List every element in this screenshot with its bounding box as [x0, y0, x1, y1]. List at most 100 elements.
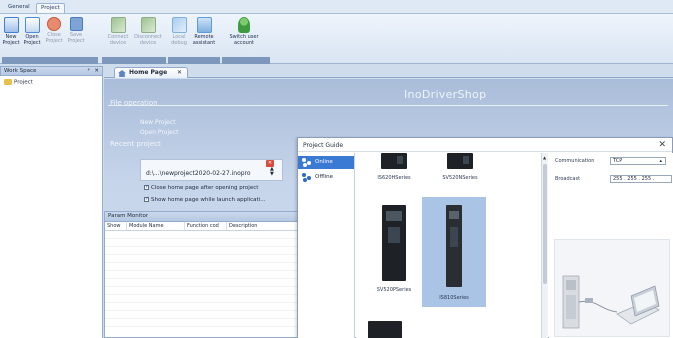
table-row[interactable]: [105, 271, 298, 279]
product-label: SV520NSeries: [442, 175, 478, 181]
save-project-icon: [69, 17, 83, 31]
table-row[interactable]: [105, 231, 298, 239]
recent-project-path[interactable]: d:\...\newproject2020-02-27.inopro: [146, 170, 251, 177]
table-row[interactable]: [105, 263, 298, 271]
ribbon-tab-row: General Project: [0, 0, 673, 14]
close-home-label: Close home page after opening project: [151, 185, 259, 191]
new-project-icon: [3, 17, 19, 33]
connect-device-icon: [110, 17, 126, 33]
drive-image: [381, 153, 407, 169]
online-icon: [302, 158, 312, 167]
spin-down-icon[interactable]: ▼: [270, 172, 274, 177]
home-icon: [118, 70, 126, 77]
communication-select[interactable]: TCP ▴: [610, 157, 666, 165]
open-project-link[interactable]: Open Project: [140, 129, 178, 136]
drive-image: [446, 205, 462, 287]
tab-home-page[interactable]: Home Page ✕: [114, 67, 188, 78]
home-tab-label: Home Page: [129, 69, 168, 76]
workspace-close-icon[interactable]: ✕: [94, 68, 99, 74]
table-row[interactable]: [105, 303, 298, 311]
broadcast-value: 255 . 255 . 255 .: [613, 176, 655, 182]
save-project-button[interactable]: Save Project: [66, 17, 86, 55]
local-debug-button[interactable]: Local debug: [168, 17, 190, 55]
communication-value: TCP: [613, 158, 623, 164]
document-tab-bar: Home Page ✕: [104, 66, 673, 78]
scroll-thumb[interactable]: [543, 164, 547, 284]
ribbon-group-debug: [168, 57, 220, 64]
switch-user-account-button[interactable]: Switch user account: [226, 17, 262, 55]
table-row[interactable]: [105, 255, 298, 263]
nav-online-label: Online: [315, 159, 333, 165]
col-module-name[interactable]: Module Name: [127, 222, 185, 230]
table-row[interactable]: [105, 311, 298, 319]
ribbon-group-project: [2, 57, 98, 64]
offline-icon: [302, 173, 312, 182]
product-is810[interactable]: IS810Series: [422, 197, 486, 307]
ribbon-group-communication: [102, 57, 166, 64]
save-project-label: Save Project: [67, 32, 85, 44]
chevron-down-icon: ▴: [659, 158, 662, 164]
nav-offline-label: Offline: [315, 174, 334, 180]
disconnect-device-label: Disconnect device: [134, 34, 162, 46]
disconnect-device-icon: [140, 17, 156, 33]
local-debug-label: Local debug: [171, 34, 187, 46]
guide-nav: Online Offline: [298, 153, 355, 338]
recent-spinner[interactable]: ▲ ▼: [270, 167, 274, 177]
switch-user-label: Switch user account: [229, 34, 259, 46]
communication-label: Communication: [555, 158, 595, 164]
new-project-label: New Project: [2, 34, 20, 46]
tab-project[interactable]: Project: [36, 3, 65, 13]
dialog-title-bar: Project Guide ✕: [298, 138, 672, 152]
remote-assistant-label: Remote assistant: [192, 34, 216, 46]
switch-user-icon: [238, 17, 250, 33]
table-row[interactable]: [105, 239, 298, 247]
product-label: IS620HSeries: [377, 175, 411, 181]
gallery-scrollbar[interactable]: ▲: [541, 153, 548, 338]
nav-item-offline[interactable]: Offline: [298, 171, 354, 184]
tree-item-project[interactable]: Project: [4, 79, 33, 86]
open-project-button[interactable]: Open Project: [22, 17, 42, 55]
col-function-code[interactable]: Function cod: [185, 222, 227, 230]
tab-general[interactable]: General: [4, 3, 34, 13]
close-project-button[interactable]: Close Project: [44, 17, 64, 55]
home-tab-close-icon[interactable]: ✕: [177, 69, 182, 76]
ribbon: New Project Open Project Close Project S…: [0, 14, 673, 64]
col-description[interactable]: Description: [227, 222, 287, 230]
scroll-up-icon[interactable]: ▲: [543, 155, 546, 160]
table-row[interactable]: [105, 279, 298, 287]
product-is620h[interactable]: IS620HSeries: [362, 153, 426, 185]
product-label: SV520PSeries: [376, 287, 412, 293]
param-monitor-title: Param Monitor: [105, 212, 298, 222]
close-project-label: Close Project: [45, 32, 63, 44]
broadcast-ip-input[interactable]: 255 . 255 . 255 .: [610, 175, 672, 183]
disconnect-device-button[interactable]: Disconnect device: [133, 17, 163, 55]
tree-item-label: Project: [14, 79, 33, 86]
drive-image: [382, 205, 406, 281]
open-project-icon: [24, 17, 40, 33]
product-sv520n[interactable]: SV520NSeries: [428, 153, 492, 185]
nav-item-online[interactable]: Online: [298, 156, 354, 169]
pin-icon[interactable]: ᵖ: [88, 68, 90, 74]
checkbox-checked-icon: [144, 196, 149, 202]
show-home-checkbox[interactable]: Show home page while launch applicati...: [144, 196, 265, 203]
product-sv520p[interactable]: SV520PSeries: [362, 203, 426, 303]
col-show[interactable]: Show: [105, 222, 127, 230]
table-row[interactable]: [105, 295, 298, 303]
dialog-close-icon[interactable]: ✕: [658, 140, 666, 150]
drive-laptop-image: [562, 275, 660, 329]
new-project-button[interactable]: New Project: [2, 17, 20, 55]
dialog-title: Project Guide: [303, 142, 344, 149]
table-row[interactable]: [105, 319, 298, 327]
remote-assistant-button[interactable]: Remote assistant: [191, 17, 217, 55]
table-row[interactable]: [105, 247, 298, 255]
open-project-label: Open Project: [23, 34, 41, 46]
close-home-checkbox[interactable]: Close home page after opening project: [144, 184, 259, 191]
table-row[interactable]: [105, 287, 298, 295]
connect-device-button[interactable]: Connect device: [104, 17, 132, 55]
project-guide-dialog: Project Guide ✕ Online Offline IS620HSer…: [297, 137, 673, 338]
drive-image: [447, 153, 473, 169]
close-project-icon: [47, 17, 61, 31]
connect-device-label: Connect device: [107, 34, 129, 46]
new-project-link[interactable]: New Project: [140, 119, 176, 126]
brand-divider: [108, 105, 668, 106]
